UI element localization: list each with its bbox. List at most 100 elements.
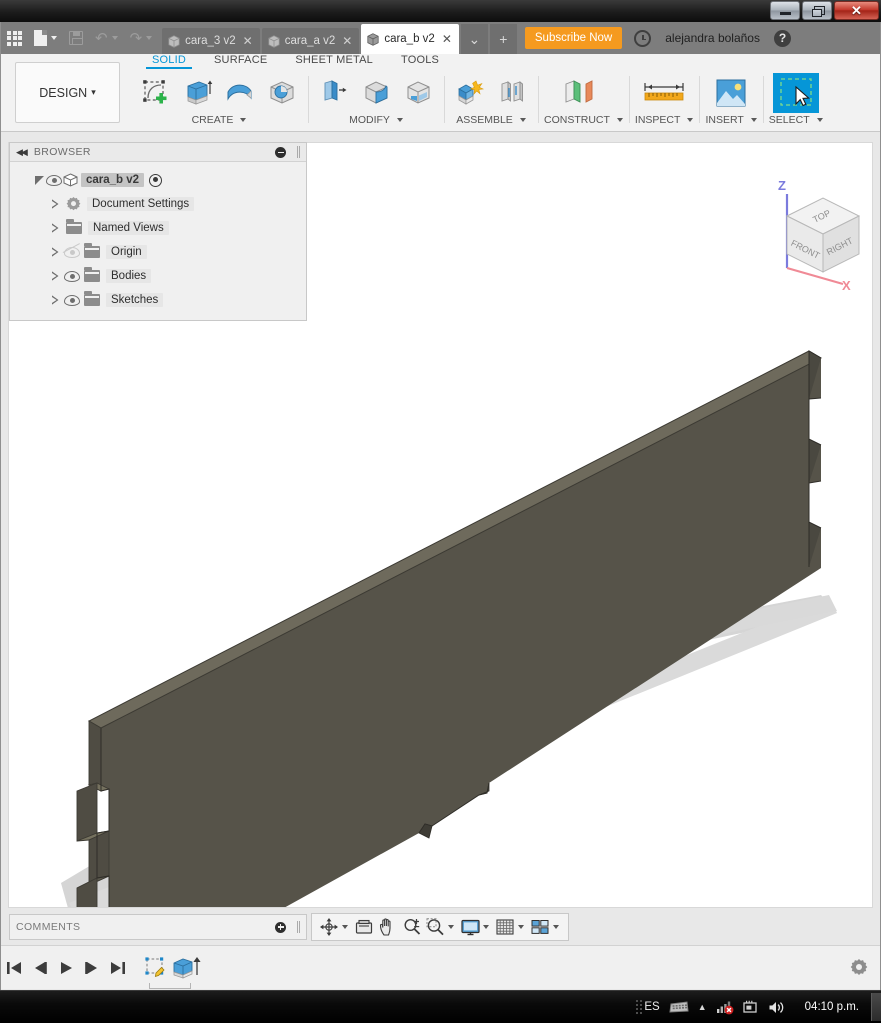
expand-triangle-icon[interactable]	[48, 199, 62, 209]
ribbon-tab-surface[interactable]: SURFACE	[200, 54, 281, 66]
panel-create-label[interactable]: CREATE	[192, 114, 247, 126]
tree-item-document-settings[interactable]: Document Settings	[10, 192, 306, 216]
ribbon-tab-tools[interactable]: TOOLS	[387, 54, 453, 66]
go-to-end-button[interactable]	[105, 953, 131, 983]
undo-icon[interactable]: ↶	[89, 22, 124, 54]
language-indicator[interactable]: ES	[644, 1001, 659, 1013]
go-to-beginning-button[interactable]	[1, 953, 27, 983]
panel-inspect-label[interactable]: INSPECT	[635, 114, 694, 126]
joint-icon[interactable]	[492, 74, 532, 112]
new-component-icon[interactable]	[450, 74, 490, 112]
extrude-icon[interactable]	[178, 74, 218, 112]
display-settings-icon[interactable]	[459, 916, 481, 938]
action-center-icon[interactable]	[743, 1000, 759, 1015]
sweep-icon[interactable]	[262, 74, 302, 112]
panel-construct-label[interactable]: CONSTRUCT	[544, 114, 623, 126]
triangle-down-icon[interactable]	[32, 175, 46, 185]
panel-front-face	[97, 358, 821, 907]
help-icon[interactable]: ?	[773, 29, 791, 47]
tree-item-cara_b[interactable]: cara_b v2	[10, 168, 306, 192]
close-icon[interactable]: ✕	[342, 34, 352, 48]
chevron-down-icon[interactable]	[518, 925, 525, 929]
pan-icon[interactable]	[377, 916, 399, 938]
panel-grip[interactable]	[297, 146, 300, 158]
panel-grip[interactable]	[297, 921, 300, 933]
orbit-icon[interactable]	[318, 916, 340, 938]
collapse-left-icon[interactable]: ◀◀	[16, 147, 28, 158]
comments-panel[interactable]: COMMENTS	[9, 914, 307, 940]
grid-snaps-icon[interactable]	[494, 916, 516, 938]
close-icon[interactable]: ✕	[442, 32, 452, 46]
user-name[interactable]: alejandra bolaños	[665, 31, 760, 45]
expand-triangle-icon[interactable]	[48, 271, 62, 281]
viewports-icon[interactable]	[529, 916, 551, 938]
panel-select-label[interactable]: SELECT	[769, 114, 823, 126]
document-tab-cara_3[interactable]: cara_3 v2 ✕	[162, 28, 260, 54]
visibility-eye-icon[interactable]	[62, 242, 82, 258]
plus-circle-icon[interactable]	[275, 921, 286, 933]
revolve-icon[interactable]	[220, 74, 260, 112]
play-button[interactable]	[53, 953, 79, 983]
workspace-switcher[interactable]: DESIGN ▾	[15, 62, 120, 123]
restore-button[interactable]	[802, 1, 832, 20]
minimize-button[interactable]	[770, 1, 800, 20]
press-pull-icon[interactable]	[314, 74, 354, 112]
ribbon-tab-solid[interactable]: SOLID	[138, 54, 200, 69]
visibility-eye-icon[interactable]	[62, 294, 82, 306]
folder-icon	[84, 267, 100, 282]
tree-item-named-views[interactable]: Named Views	[10, 216, 306, 240]
app-grid-icon[interactable]	[1, 22, 28, 54]
chevron-down-icon[interactable]	[483, 925, 490, 929]
extrude-feature[interactable]	[171, 955, 201, 981]
shell-icon[interactable]	[398, 74, 438, 112]
target-dot-icon[interactable]	[149, 173, 163, 187]
zoom-icon[interactable]	[401, 916, 423, 938]
document-tab-cara_a[interactable]: cara_a v2 ✕	[261, 28, 360, 54]
document-tab-cara_b[interactable]: cara_b v2 ✕	[361, 24, 459, 54]
expand-triangle-icon[interactable]	[48, 247, 62, 257]
subscribe-button[interactable]: Subscribe Now	[524, 27, 623, 49]
visibility-eye-icon[interactable]	[46, 174, 62, 186]
chevron-down-icon[interactable]	[341, 925, 348, 929]
select-window-icon[interactable]	[772, 73, 819, 113]
offset-plane-icon[interactable]	[557, 74, 609, 112]
panel-insert-label[interactable]: INSERT	[705, 114, 757, 126]
fillet-icon[interactable]	[356, 74, 396, 112]
file-icon[interactable]	[28, 22, 63, 54]
chevron-down-icon[interactable]	[448, 925, 455, 929]
save-icon[interactable]	[63, 22, 89, 54]
close-button[interactable]: ✕	[834, 1, 879, 20]
insert-image-icon[interactable]	[707, 74, 755, 112]
zoom-window-icon[interactable]	[425, 916, 447, 938]
step-forward-button[interactable]	[79, 953, 105, 983]
tree-item-origin[interactable]: Origin	[10, 240, 306, 264]
new-tab-button[interactable]: +	[489, 24, 517, 54]
gear-icon[interactable]	[850, 959, 868, 977]
keyboard-icon[interactable]	[669, 1000, 689, 1014]
tree-item-sketches[interactable]: Sketches	[10, 288, 306, 312]
view-cube[interactable]: Z X TOP FRONT RIGHT	[765, 172, 880, 290]
panel-modify-label[interactable]: MODIFY	[349, 114, 403, 126]
tab-overflow-button[interactable]: ⌄	[460, 24, 488, 54]
minus-circle-icon[interactable]	[275, 146, 286, 158]
measure-icon[interactable]	[636, 74, 692, 112]
redo-icon[interactable]: ↷	[124, 22, 159, 54]
clock-time[interactable]: 04:10 p.m.	[805, 1001, 859, 1013]
clock-icon[interactable]	[634, 29, 652, 47]
expand-triangle-icon[interactable]	[48, 223, 62, 233]
sketch-feature[interactable]	[143, 955, 169, 981]
expand-triangle-icon[interactable]	[48, 295, 62, 305]
tree-item-bodies[interactable]: Bodies	[10, 264, 306, 288]
chevron-down-icon[interactable]	[553, 925, 559, 929]
close-icon[interactable]: ✕	[243, 34, 253, 48]
look-at-icon[interactable]	[353, 916, 375, 938]
step-back-button[interactable]	[27, 953, 53, 983]
volume-icon[interactable]	[768, 1000, 786, 1015]
show-desktop-button[interactable]	[871, 993, 881, 1021]
create-sketch-icon[interactable]	[136, 74, 176, 112]
visibility-eye-icon[interactable]	[62, 270, 82, 282]
show-hidden-icons-button[interactable]: ▲	[698, 1002, 707, 1012]
network-error-icon[interactable]	[716, 1000, 734, 1015]
ribbon-tab-sheet-metal[interactable]: SHEET METAL	[281, 54, 387, 66]
panel-assemble-label[interactable]: ASSEMBLE	[456, 114, 526, 126]
